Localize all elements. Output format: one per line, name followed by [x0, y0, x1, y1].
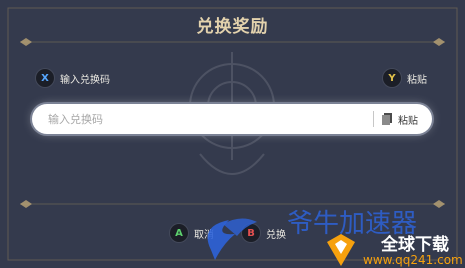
redeem-dialog: 兑换奖励 X 输入兑换码 Y 粘贴 粘贴 A 取消 B 兑换 爷牛加速器 [0, 0, 465, 268]
enter-code-label: 输入兑换码 [60, 74, 110, 86]
paste-button-label: 粘贴 [398, 115, 418, 127]
dialog-title: 兑换奖励 [196, 17, 269, 37]
x-button-icon: X [36, 69, 54, 87]
enter-code-hint[interactable]: X 输入兑换码 [36, 68, 110, 88]
watermark-url: www.qq241.com [363, 253, 463, 267]
a-button-icon: A [170, 224, 188, 242]
redeem-code-field: 粘贴 [32, 104, 432, 134]
y-button-icon: Y [383, 69, 401, 87]
watermark-right-text: 全球下载 [380, 234, 449, 255]
redeem-code-input[interactable] [32, 111, 373, 127]
paste-hint-label: 粘贴 [407, 74, 427, 86]
paste-button[interactable]: 粘贴 [382, 112, 432, 127]
clipboard-icon [382, 113, 392, 125]
site-watermark: 爷牛加速器 全球下载 www.qq241.com [207, 209, 463, 267]
paste-hint[interactable]: Y 粘贴 [383, 68, 427, 88]
input-divider [373, 111, 374, 127]
